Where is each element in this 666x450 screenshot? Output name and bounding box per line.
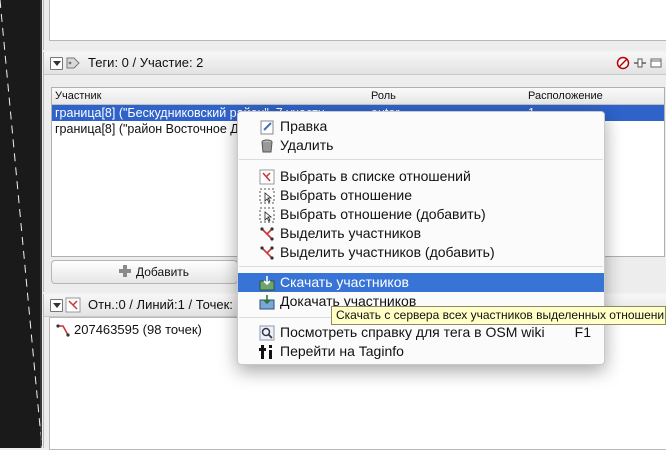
context-menu: Правка Удалить Выбрать в списке отношени…: [237, 111, 605, 365]
column-header-position[interactable]: Расположение: [528, 90, 603, 102]
menu-separator: [239, 159, 603, 160]
way-icon: [56, 324, 70, 337]
menu-item-select-members[interactable]: Выделить участников: [238, 224, 604, 243]
collapse-icon[interactable]: [50, 57, 63, 70]
dock-icon[interactable]: [633, 56, 647, 70]
tags-panel-titlebar: Теги: 0 / Участие: 2: [44, 52, 666, 75]
shortcut-label: F1: [574, 324, 591, 340]
list-item-label: 207463595 (98 точек): [74, 322, 202, 337]
top-panel: [43, 0, 666, 50]
tooltip-text: Скачать с сервера всех участников выделе…: [336, 308, 666, 322]
menu-separator: [239, 266, 603, 267]
tags-panel-title: Теги: 0 / Участие: 2: [88, 55, 204, 70]
add-button[interactable]: Добавить: [51, 260, 238, 284]
column-header-member[interactable]: Участник: [55, 90, 101, 102]
menu-item-osm-wiki-help[interactable]: Посмотреть справку для тега в OSM wiki F…: [238, 323, 604, 342]
relation-list-icon: [259, 169, 275, 185]
plus-icon: [119, 265, 131, 277]
add-button-label: Добавить: [136, 265, 190, 279]
top-panel-content: [49, 0, 666, 41]
table-header: Участник Роль Расположение: [52, 88, 664, 105]
map-edge: [0, 0, 42, 448]
select-members-icon: [260, 227, 274, 241]
column-header-role[interactable]: Роль: [371, 90, 396, 102]
taginfo-icon: [259, 345, 272, 359]
selection-panel-title: Отн.:0 / Линий:1 / Точек: 98: [88, 297, 251, 312]
tooltip: Скачать с сервера всех участников выделе…: [331, 306, 666, 325]
list-item[interactable]: 207463595 (98 точек): [56, 322, 202, 337]
select-relation-add-icon: [259, 207, 275, 223]
collapse-icon[interactable]: [50, 299, 63, 312]
menu-item-edit[interactable]: Правка: [238, 117, 604, 136]
select-relation-icon: [259, 188, 275, 204]
menu-item-select-members-add[interactable]: Выделить участников (добавить): [238, 243, 604, 262]
menu-item-select-in-relation-list[interactable]: Выбрать в списке отношений: [238, 167, 604, 186]
menu-item-delete[interactable]: Удалить: [238, 136, 604, 155]
download-members-icon: [259, 276, 275, 291]
menu-item-download-members[interactable]: Скачать участников: [238, 273, 604, 292]
edit-icon: [260, 120, 274, 135]
download-incomplete-icon: [259, 295, 275, 310]
select-members-add-icon: [260, 246, 274, 260]
menu-item-select-relation-add[interactable]: Выбрать отношение (добавить): [238, 205, 604, 224]
menu-item-select-relation[interactable]: Выбрать отношение: [238, 186, 604, 205]
relation-icon: [65, 297, 81, 313]
menu-item-taginfo[interactable]: Перейти на Taginfo: [238, 342, 604, 361]
minimize-icon[interactable]: [649, 56, 663, 70]
close-icon[interactable]: [616, 56, 630, 70]
tag-icon: [66, 57, 80, 69]
trash-icon: [261, 139, 273, 153]
help-icon: [259, 325, 275, 341]
